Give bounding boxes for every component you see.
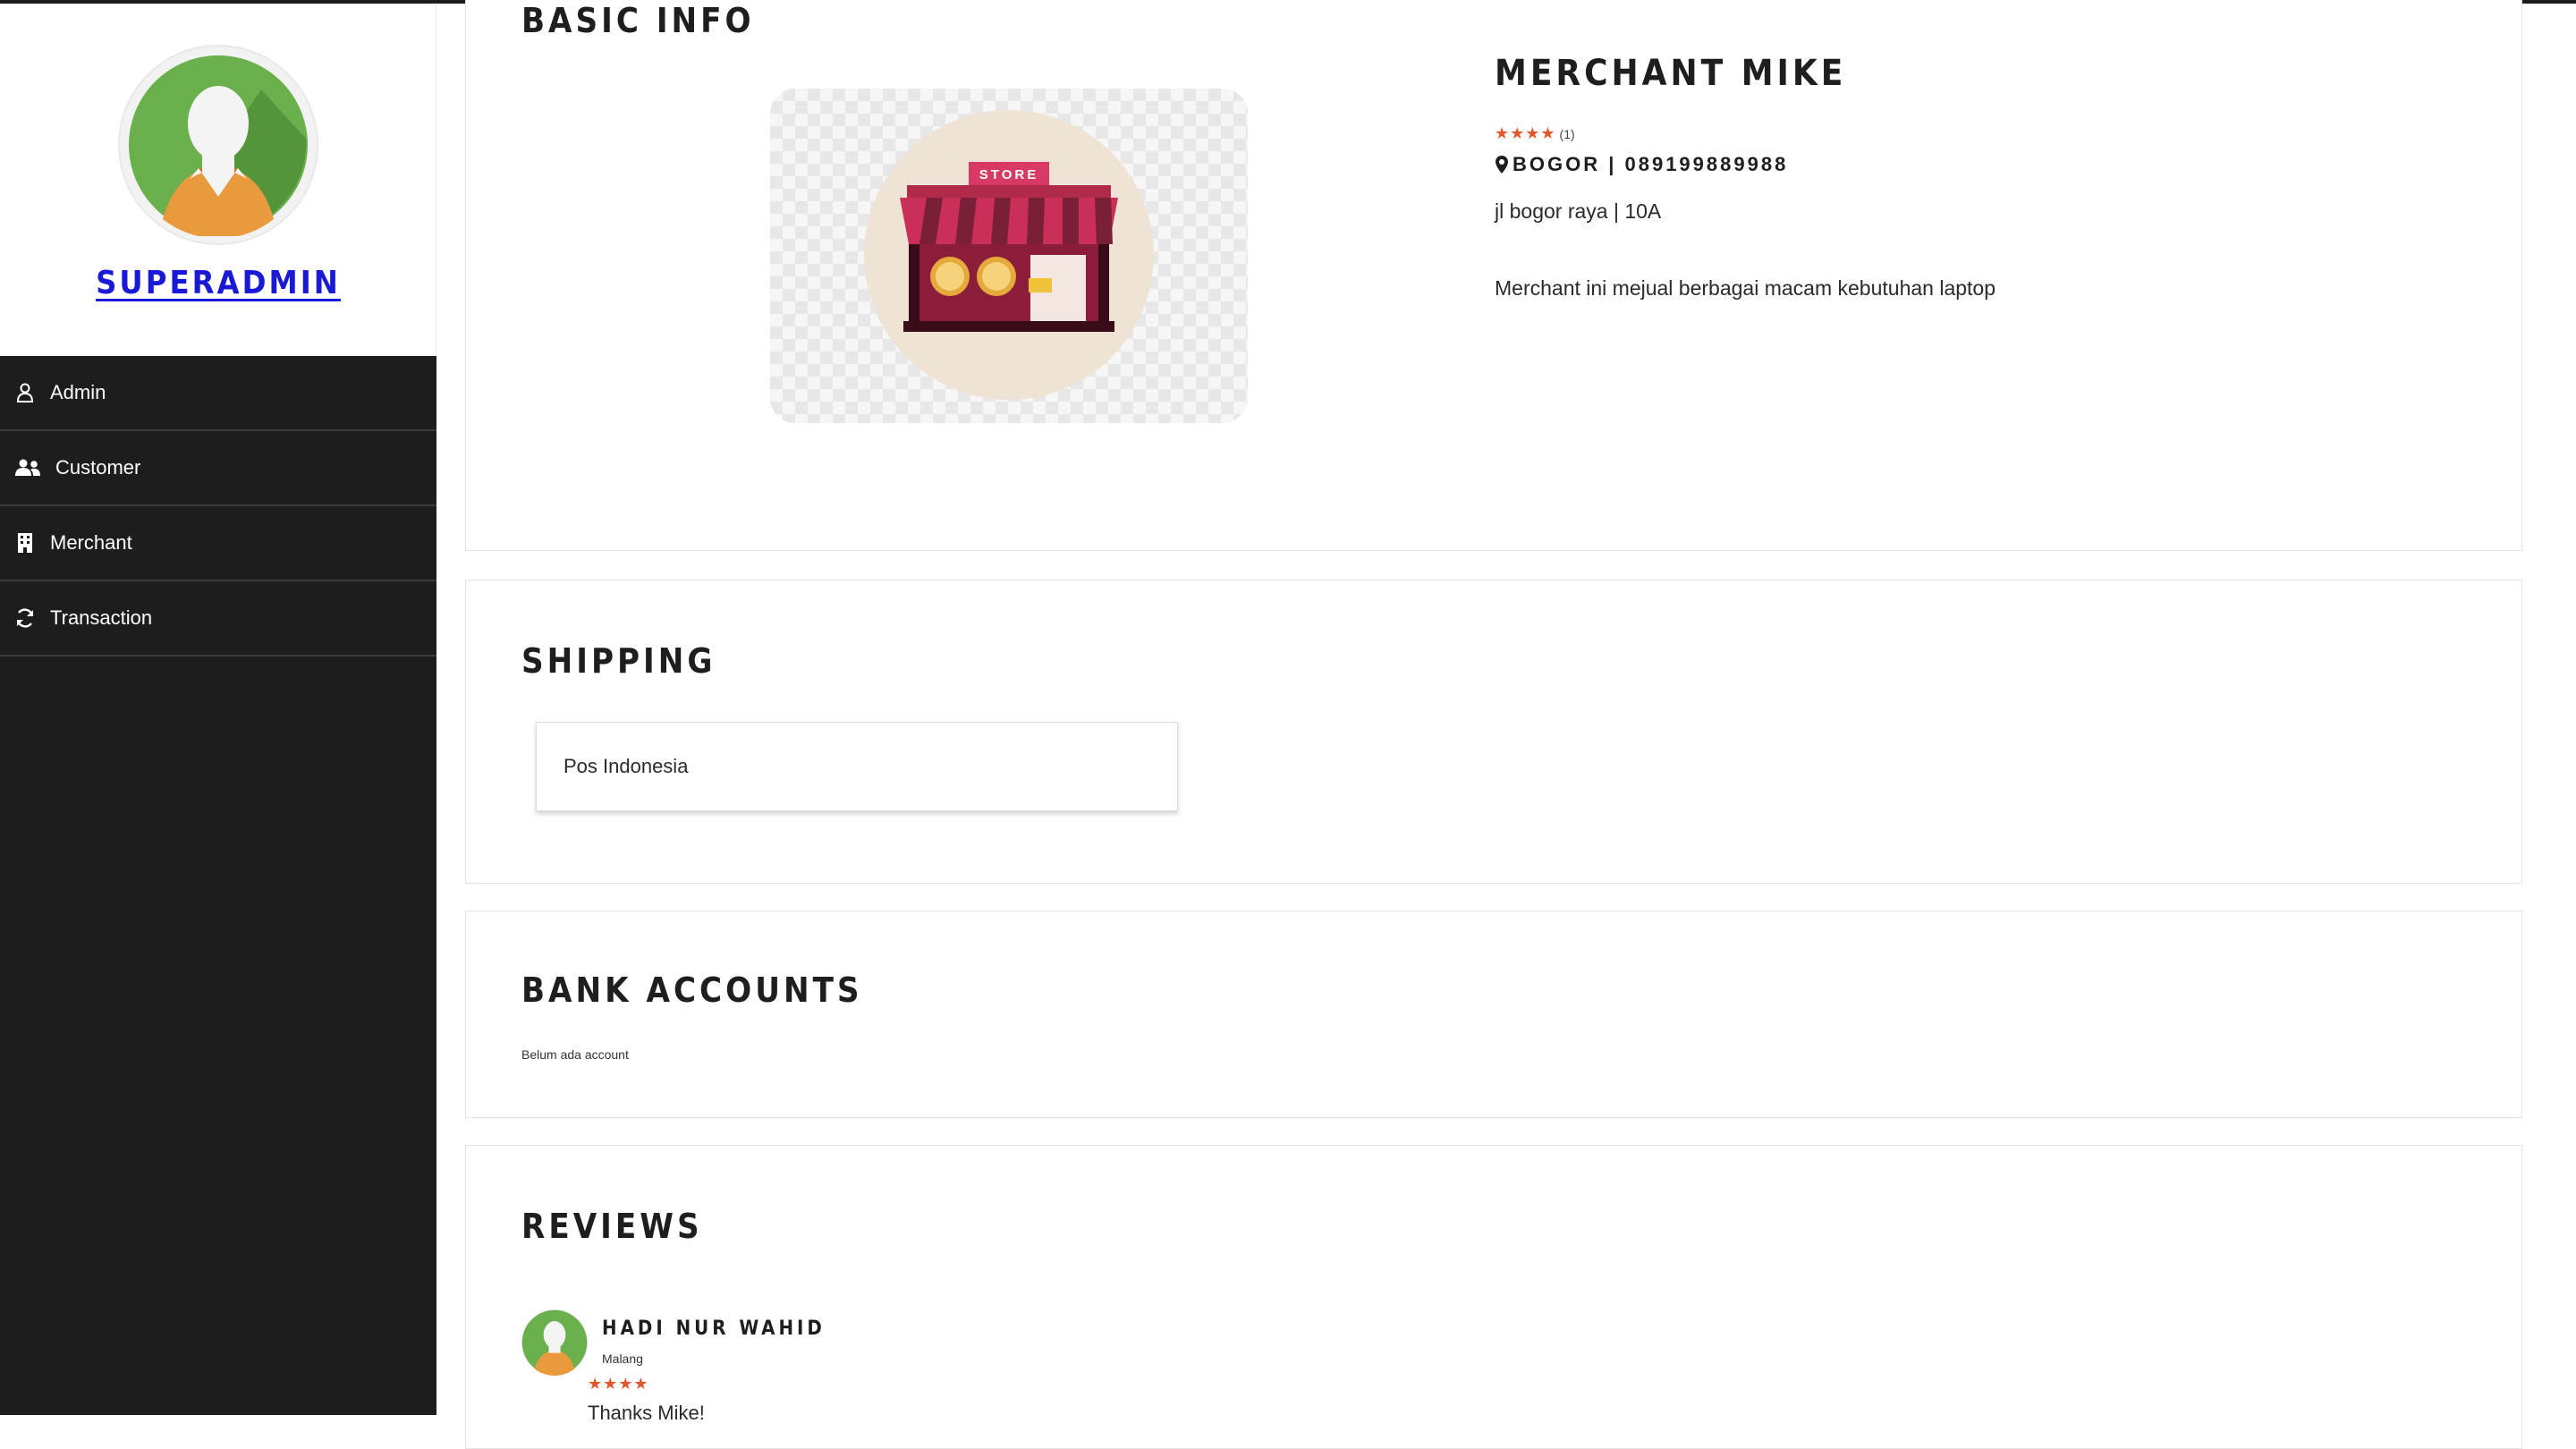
store-sign-text: STORE bbox=[979, 167, 1038, 182]
refresh-icon bbox=[13, 606, 38, 631]
avatar bbox=[120, 47, 317, 243]
bank-accounts-empty-text: Belum ada account bbox=[521, 1047, 629, 1062]
merchant-rating: ★★★★ (1) bbox=[1495, 124, 1575, 143]
sidebar-item-label: Customer bbox=[55, 456, 141, 479]
section-title-bank-accounts: BANK ACCOUNTS bbox=[521, 970, 863, 1010]
location-text: BOGOR | 089199889988 bbox=[1513, 153, 1789, 175]
merchant-location: BOGOR | 089199889988 bbox=[1495, 153, 1788, 176]
review-text: Thanks Mike! bbox=[588, 1402, 705, 1424]
profile-name-link[interactable]: SUPERADMIN bbox=[0, 265, 436, 301]
section-title-shipping: SHIPPING bbox=[521, 641, 716, 681]
map-pin-icon bbox=[1496, 156, 1508, 174]
bank-accounts-card: BANK ACCOUNTS Belum ada account bbox=[465, 911, 2522, 1118]
shipping-card: SHIPPING Pos Indonesia bbox=[465, 580, 2522, 884]
sidebar-item-merchant[interactable]: Merchant bbox=[0, 506, 436, 581]
sidebar-item-customer[interactable]: Customer bbox=[0, 431, 436, 506]
user-avatar-icon bbox=[129, 55, 308, 236]
shipping-option: Pos Indonesia bbox=[536, 722, 1178, 811]
store-icon: STORE bbox=[864, 110, 1154, 400]
merchant-name: MERCHANT MIKE bbox=[1495, 53, 1847, 94]
reviewer-city: Malang bbox=[602, 1352, 643, 1366]
section-title-basic-info: BASIC INFO bbox=[521, 1, 755, 40]
merchant-address: jl bogor raya | 10A bbox=[1495, 199, 1662, 223]
sidebar-item-label: Transaction bbox=[50, 606, 153, 629]
sidebar-nav: Admin Customer Merchant Transaction bbox=[0, 356, 436, 657]
review-stars: ★★★★ bbox=[588, 1375, 649, 1393]
users-icon bbox=[13, 455, 43, 480]
sidebar-item-transaction[interactable]: Transaction bbox=[0, 581, 436, 657]
user-icon bbox=[13, 380, 38, 405]
reviews-card: REVIEWS HADI NUR WAHID Malang ★★★★ Thank… bbox=[465, 1145, 2522, 1449]
merchant-image: STORE bbox=[770, 89, 1248, 423]
sidebar-item-admin[interactable]: Admin bbox=[0, 356, 436, 431]
profile-panel: SUPERADMIN bbox=[0, 4, 436, 356]
section-title-reviews: REVIEWS bbox=[521, 1207, 703, 1246]
building-icon bbox=[13, 530, 38, 555]
sidebar-item-label: Admin bbox=[50, 381, 106, 403]
user-avatar-icon bbox=[521, 1309, 588, 1376]
sidebar-item-label: Merchant bbox=[50, 531, 132, 554]
reviewer-name: HADI NUR WAHID bbox=[602, 1318, 826, 1340]
reviewer-avatar bbox=[521, 1309, 588, 1376]
merchant-description: Merchant ini mejual berbagai macam kebut… bbox=[1495, 276, 1996, 300]
sidebar: SUPERADMIN Admin Customer Merchant Trans… bbox=[0, 0, 436, 1415]
rating-stars: ★★★★ bbox=[1495, 124, 1556, 142]
rating-count: (1) bbox=[1559, 126, 1575, 141]
basic-info-card: BASIC INFO STORE MERCHANT MIKE ★★★★ (1) … bbox=[465, 0, 2522, 551]
